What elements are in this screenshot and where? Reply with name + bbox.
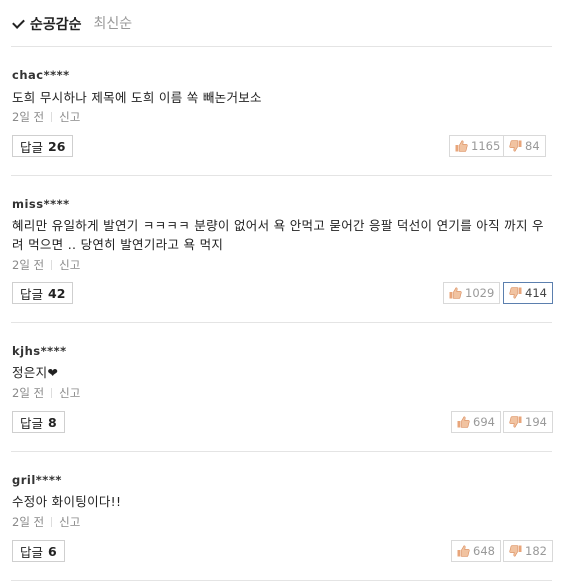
comment-text: 혜리만 유일하게 발연기 ㅋㅋㅋㅋ 분량이 없어서 욕 안먹고 묻어간 응팔 덕…	[12, 218, 544, 252]
thumbs-down-icon	[509, 545, 522, 557]
comment-time: 2일 전	[12, 110, 45, 124]
sort-option-likes[interactable]: 순공감순	[11, 14, 82, 34]
comment-username: gril****	[12, 473, 62, 487]
report-link[interactable]: 신고	[59, 258, 80, 272]
thumbs-down-icon	[509, 287, 522, 299]
reply-count: 42	[48, 285, 66, 301]
reply-button[interactable]: 답글 8	[12, 411, 65, 433]
dislike-count: 84	[525, 139, 540, 153]
report-link[interactable]: 신고	[59, 515, 80, 529]
like-button[interactable]: 1165	[449, 135, 507, 157]
comment-time: 2일 전	[12, 258, 45, 272]
reply-button-label: 답글	[20, 286, 44, 302]
like-count: 694	[473, 415, 495, 429]
comment-time: 2일 전	[12, 515, 45, 529]
comment-text: 정은지❤	[12, 365, 59, 380]
report-link[interactable]: 신고	[59, 386, 80, 400]
like-button[interactable]: 648	[451, 540, 501, 562]
comment-meta: 2일 전 신고	[12, 386, 80, 400]
reply-count: 26	[48, 138, 66, 154]
sort-option-latest[interactable]: 최신순	[94, 14, 133, 34]
comment-username: kjhs****	[12, 344, 67, 358]
comment-meta: 2일 전 신고	[12, 258, 80, 272]
dislike-count: 414	[525, 286, 547, 300]
comment-username: chac****	[12, 68, 70, 82]
meta-divider	[51, 260, 53, 270]
like-button[interactable]: 1029	[443, 282, 501, 304]
comment-text: 수정아 화이팅이다!!	[12, 494, 122, 509]
check-icon	[12, 15, 25, 29]
reply-button-label: 답글	[20, 544, 44, 560]
comment-item: kjhs**** 정은지❤ 2일 전 신고 답글 8 694 194	[11, 323, 553, 452]
like-button[interactable]: 694	[451, 411, 501, 433]
comment-username: miss****	[12, 197, 70, 211]
reply-button[interactable]: 답글 42	[12, 282, 74, 304]
dislike-button[interactable]: 182	[503, 540, 553, 562]
reply-button[interactable]: 답글 26	[12, 135, 74, 157]
report-link[interactable]: 신고	[59, 110, 80, 124]
dislike-count: 182	[525, 544, 547, 558]
sort-bar: 순공감순 최신순	[11, 14, 552, 47]
comment-item: gril**** 수정아 화이팅이다!! 2일 전 신고 답글 6 648 18…	[11, 452, 553, 581]
comment-time: 2일 전	[12, 386, 45, 400]
thumbs-up-icon	[457, 545, 470, 557]
dislike-count: 194	[525, 415, 547, 429]
like-count: 648	[473, 544, 495, 558]
thumbs-up-icon	[455, 140, 468, 152]
dislike-button[interactable]: 84	[503, 135, 546, 157]
comment-item: miss**** 혜리만 유일하게 발연기 ㅋㅋㅋㅋ 분량이 없어서 욕 안먹고…	[11, 176, 553, 323]
like-count: 1029	[465, 286, 495, 300]
reply-button[interactable]: 답글 6	[12, 540, 65, 562]
thumbs-up-icon	[449, 287, 462, 299]
reply-count: 6	[48, 543, 57, 559]
reply-button-label: 답글	[20, 415, 44, 431]
meta-divider	[51, 112, 53, 122]
meta-divider	[51, 517, 53, 527]
comment-meta: 2일 전 신고	[12, 515, 80, 529]
like-count: 1165	[471, 139, 501, 153]
dislike-button[interactable]: 194	[503, 411, 553, 433]
thumbs-down-icon	[509, 416, 522, 428]
meta-divider	[51, 388, 53, 398]
thumbs-down-icon	[509, 140, 522, 152]
reply-count: 8	[48, 414, 57, 430]
comment-item: chac**** 도희 무시하나 제목에 도희 이름 쏙 빼논거보소 2일 전 …	[11, 47, 552, 176]
dislike-button[interactable]: 414	[503, 282, 553, 304]
reply-button-label: 답글	[20, 139, 44, 155]
comment-meta: 2일 전 신고	[12, 110, 80, 124]
thumbs-up-icon	[457, 416, 470, 428]
comment-text: 도희 무시하나 제목에 도희 이름 쏙 빼논거보소	[12, 90, 262, 105]
sort-option-likes-label: 순공감순	[30, 17, 82, 33]
